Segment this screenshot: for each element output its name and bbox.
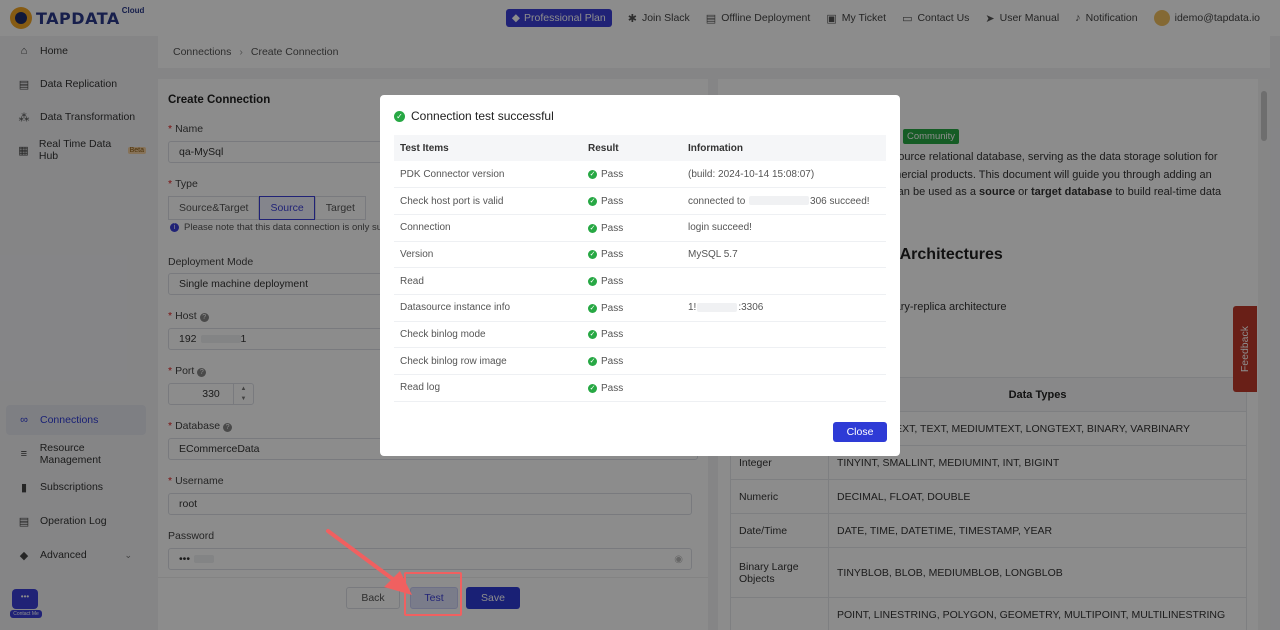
table-row: Read ✓ Pass [394, 267, 886, 295]
pass-check-icon: ✓ [588, 197, 597, 207]
test-results-table: Test Items Result Information PDK Connec… [394, 135, 886, 402]
pass-check-icon: ✓ [588, 223, 597, 233]
close-button[interactable]: Close [833, 422, 887, 442]
table-row: Version ✓ Pass MySQL 5.7 [394, 241, 886, 269]
table-row: Connection ✓ Pass login succeed! [394, 214, 886, 242]
pass-check-icon: ✓ [588, 170, 597, 180]
pass-check-icon: ✓ [588, 277, 597, 287]
table-row: Datasource instance info ✓ Pass 1!:3306 [394, 294, 886, 322]
table-row: Check binlog mode ✓ Pass [394, 321, 886, 349]
pass-check-icon: ✓ [588, 383, 597, 393]
pass-check-icon: ✓ [588, 303, 597, 313]
dialog-title: ✓ Connection test successful [394, 109, 554, 123]
annotation-arrow-icon [326, 529, 412, 595]
table-row: Check host port is valid ✓ Pass connected t… [394, 187, 886, 215]
pass-check-icon: ✓ [588, 357, 597, 367]
table-row: Read log ✓ Pass [394, 374, 886, 402]
success-check-icon: ✓ [394, 110, 405, 122]
pass-check-icon: ✓ [588, 250, 597, 260]
pass-check-icon: ✓ [588, 330, 597, 340]
connection-test-dialog: ✓ Connection test successful Test Items … [380, 95, 900, 456]
table-row: PDK Connector version ✓ Pass (build: 2024-1… [394, 161, 886, 189]
test-results-header: Test Items Result Information [394, 135, 886, 161]
table-row: Check binlog row image ✓ Pass [394, 347, 886, 375]
